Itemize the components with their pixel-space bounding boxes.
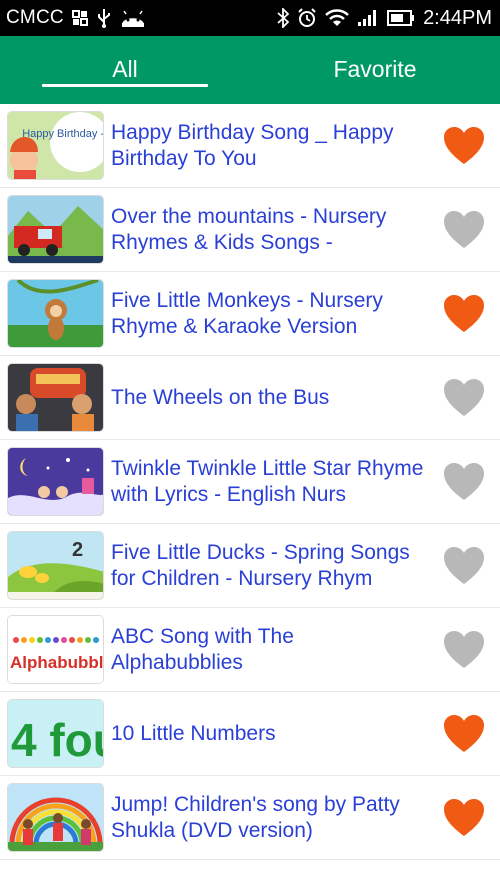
favorite-heart-icon[interactable] xyxy=(442,628,486,672)
song-title: 10 Little Numbers xyxy=(111,721,276,745)
thumb-text: 2 xyxy=(72,539,83,561)
android-icon xyxy=(120,9,146,27)
list-item[interactable]: Alphabubbli ABC Song with The Alphabubbl… xyxy=(0,608,500,692)
favorite-heart-icon[interactable] xyxy=(442,544,486,588)
video-thumbnail xyxy=(7,363,104,432)
tab-all-label: All xyxy=(112,55,138,82)
signal-icon xyxy=(357,9,379,27)
status-bar: CMCC 2:44PM xyxy=(0,0,500,36)
clock: 2:44PM xyxy=(423,6,492,29)
alarm-icon xyxy=(297,8,317,28)
song-title: Over the mountains - Nursery Rhymes & Ki… xyxy=(111,204,387,254)
video-thumbnail: Happy Birthday - to You xyxy=(7,111,104,180)
song-title: Happy Birthday Song _ Happy Birthday To … xyxy=(111,120,394,170)
song-title: Five Little Ducks - Spring Songs for Chi… xyxy=(111,540,410,590)
video-thumbnail: Alphabubbli xyxy=(7,615,104,684)
list-item[interactable]: Twinkle Twinkle Little Star Rhyme with L… xyxy=(0,440,500,524)
tab-favorite-label: Favorite xyxy=(333,55,417,82)
list-item[interactable]: Happy Birthday - to You Happy Birthday S… xyxy=(0,104,500,188)
list-item[interactable]: Jump! Children's song by Patty Shukla (D… xyxy=(0,776,500,860)
battery-icon xyxy=(387,10,415,26)
wifi-icon xyxy=(325,9,349,27)
selected-tab-indicator xyxy=(42,84,208,87)
carrier-label: CMCC xyxy=(6,7,64,28)
thumb-text: Happy Birthday - to You xyxy=(22,128,104,140)
tab-bar: All Favorite xyxy=(0,36,500,104)
list-item[interactable]: Five Little Monkeys - Nursery Rhyme & Ka… xyxy=(0,272,500,356)
usb-icon xyxy=(96,8,112,28)
song-title: The Wheels on the Bus xyxy=(111,385,330,409)
song-title: Jump! Children's song by Patty Shukla (D… xyxy=(111,792,400,842)
video-thumbnail xyxy=(7,195,104,264)
video-thumbnail: 2 xyxy=(7,531,104,600)
list-item[interactable]: 2 Five Little Ducks - Spring Songs for C… xyxy=(0,524,500,608)
list-item[interactable]: 4 four 10 Little Numbers xyxy=(0,692,500,776)
list-item[interactable]: Over the mountains - Nursery Rhymes & Ki… xyxy=(0,188,500,272)
song-title: Five Little Monkeys - Nursery Rhyme & Ka… xyxy=(111,288,383,338)
thumb-text: Alphabubbli xyxy=(10,653,104,672)
thumb-text: 4 four xyxy=(11,714,104,766)
video-thumbnail: 4 four xyxy=(7,699,104,768)
status-right: 2:44PM xyxy=(277,7,492,30)
song-list: Happy Birthday - to You Happy Birthday S… xyxy=(0,104,500,860)
tab-favorite[interactable]: Favorite xyxy=(250,36,500,104)
list-item[interactable]: The Wheels on the Bus xyxy=(0,356,500,440)
favorite-heart-icon[interactable] xyxy=(442,796,486,840)
favorite-heart-icon[interactable] xyxy=(442,124,486,168)
status-left: CMCC xyxy=(6,7,146,29)
video-thumbnail xyxy=(7,783,104,852)
favorite-heart-icon[interactable] xyxy=(442,460,486,504)
song-title: Twinkle Twinkle Little Star Rhyme with L… xyxy=(111,456,424,506)
video-thumbnail xyxy=(7,447,104,516)
favorite-heart-icon[interactable] xyxy=(442,712,486,756)
favorite-heart-icon[interactable] xyxy=(442,208,486,252)
bluetooth-icon xyxy=(277,8,290,28)
tab-all[interactable]: All xyxy=(0,36,250,104)
song-title: ABC Song with The Alphabubblies xyxy=(111,624,294,674)
grid-icon xyxy=(71,10,88,26)
video-thumbnail xyxy=(7,279,104,348)
favorite-heart-icon[interactable] xyxy=(442,292,486,336)
favorite-heart-icon[interactable] xyxy=(442,376,486,420)
